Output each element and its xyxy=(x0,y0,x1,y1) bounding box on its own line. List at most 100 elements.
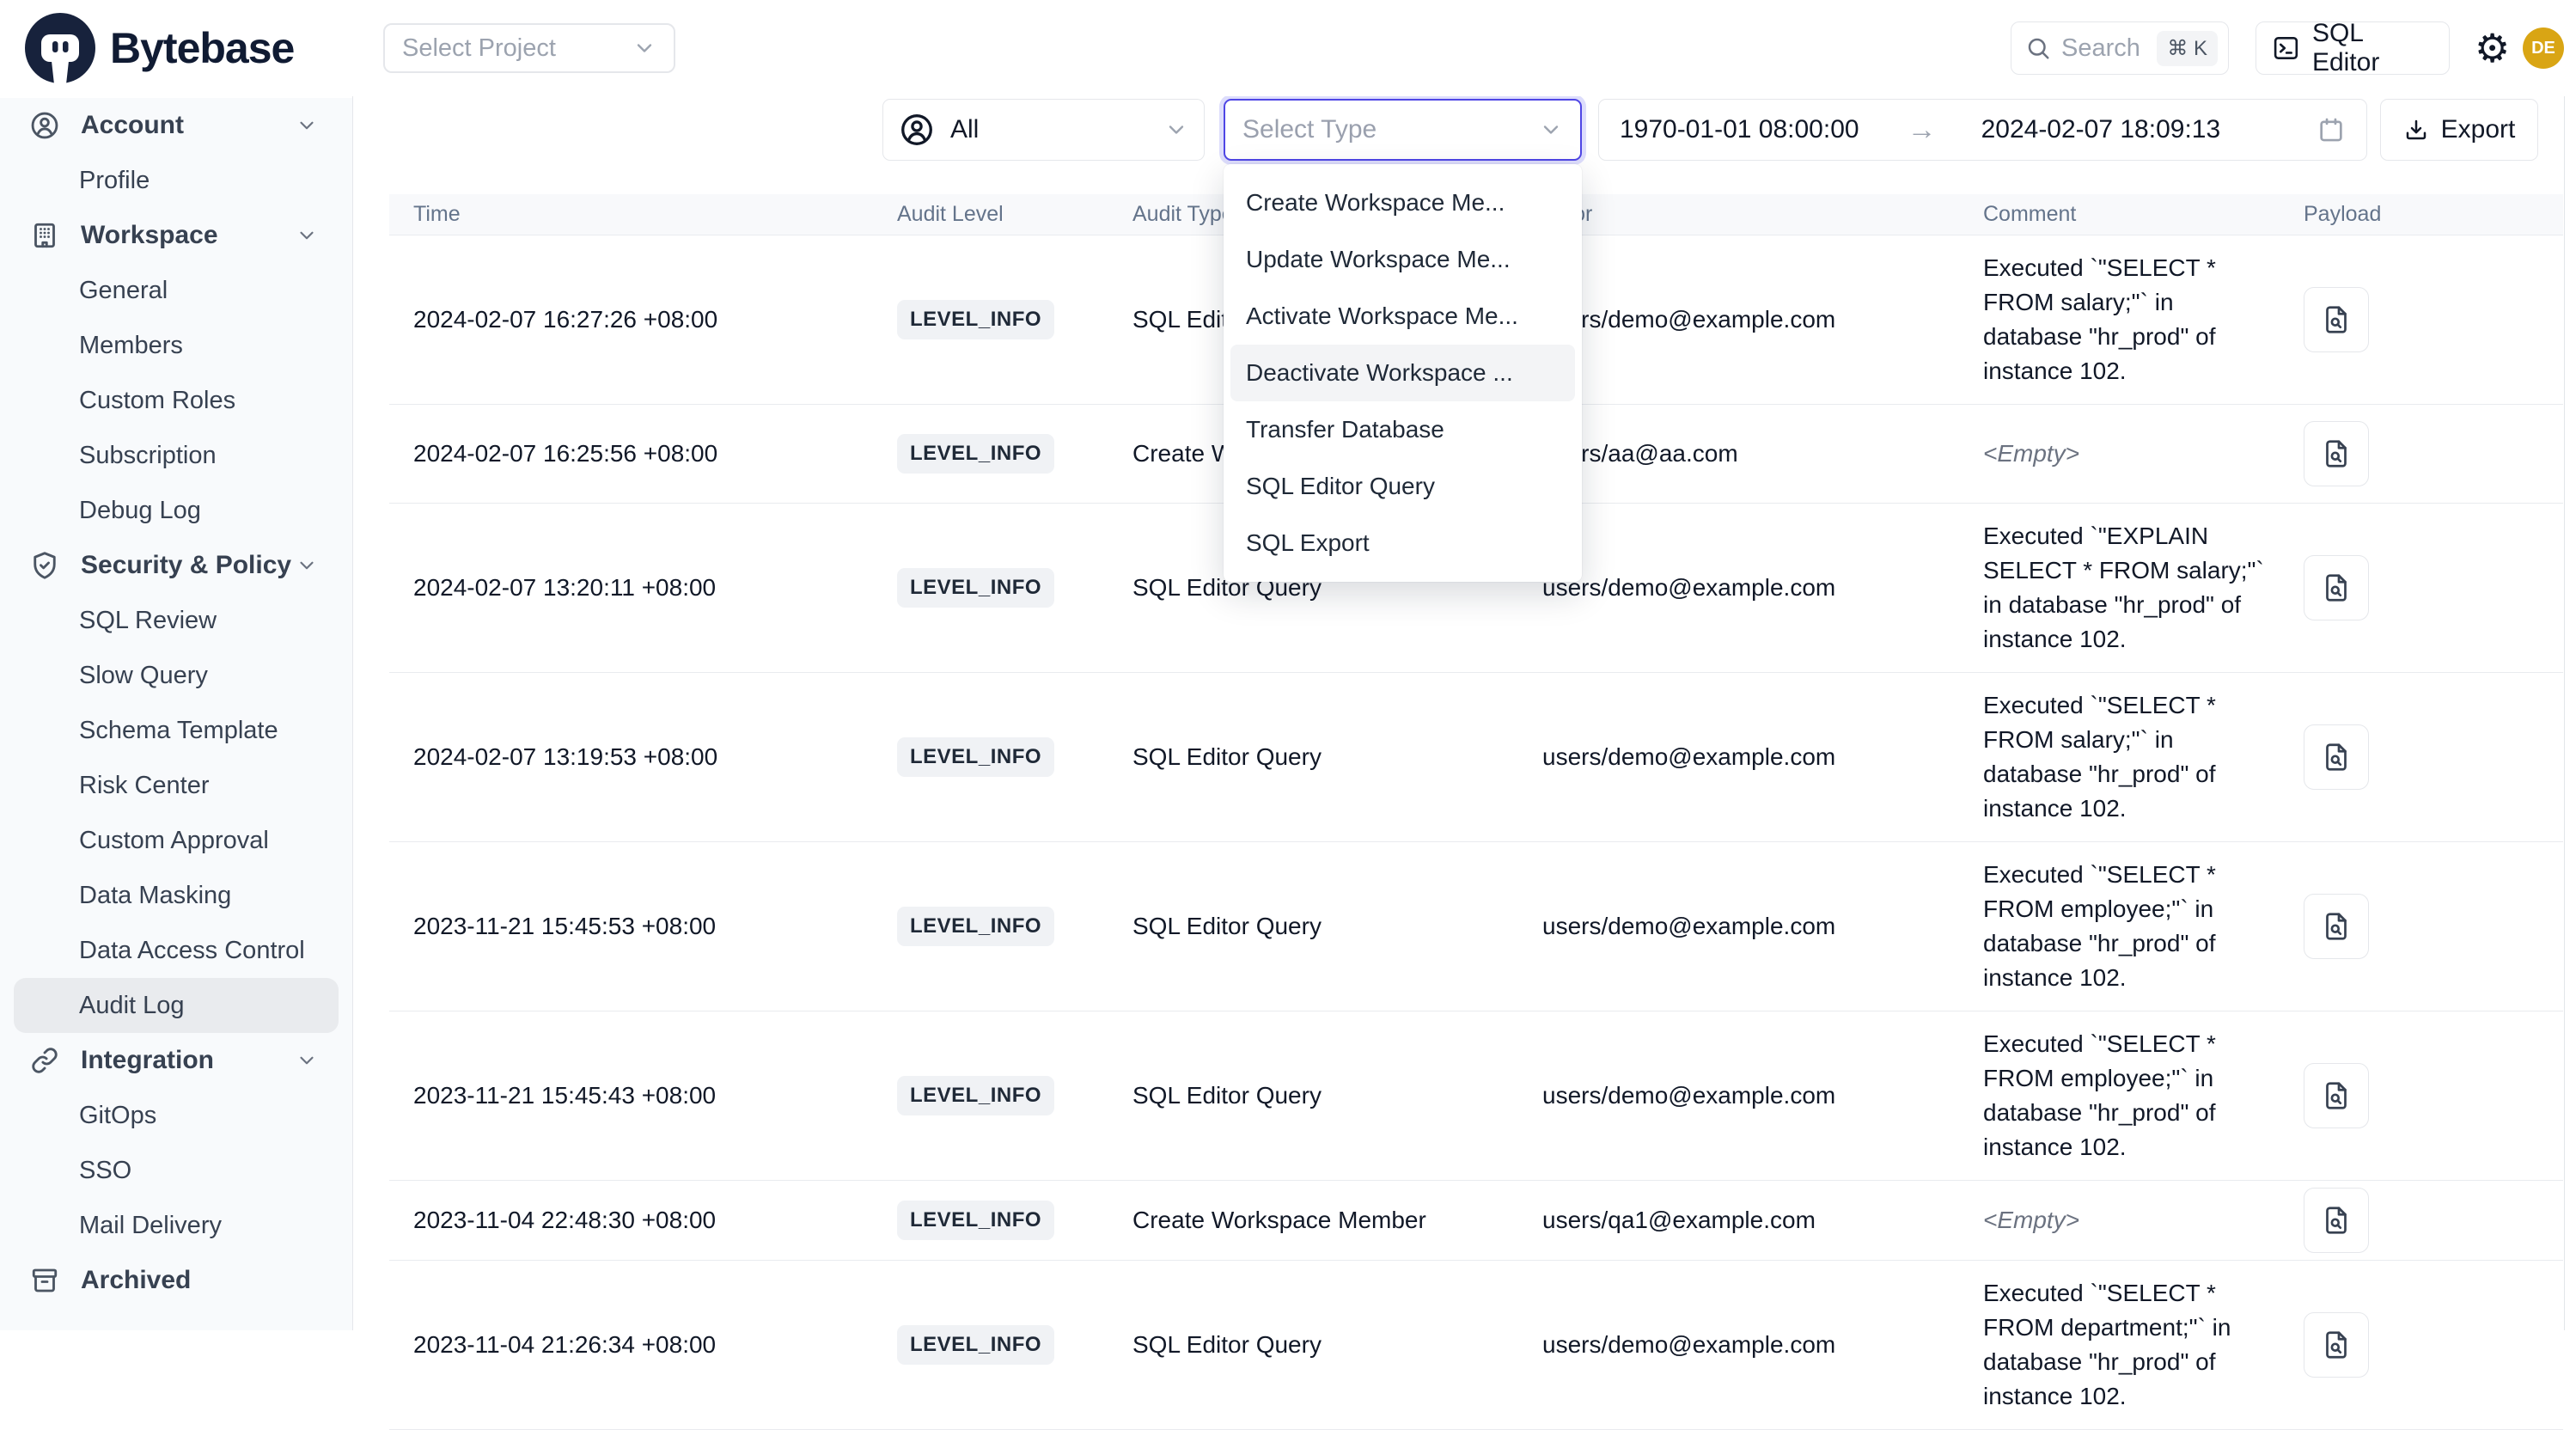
sidebar-item-label: Schema Template xyxy=(79,717,278,745)
cell-actor: users/demo@example.com xyxy=(1518,1331,1959,1359)
dropdown-option[interactable]: Update Workspace Me... xyxy=(1224,231,1582,288)
file-search-icon xyxy=(2321,1205,2352,1236)
file-search-icon xyxy=(2321,1080,2352,1111)
cell-comment: Executed `"EXPLAIN SELECT * FROM salary;… xyxy=(1983,519,2280,657)
table-row: 2023-11-04 21:26:34 +08:00 LEVEL_INFO SQ… xyxy=(389,1261,2563,1430)
scrollbar[interactable] xyxy=(2564,96,2565,1330)
project-select[interactable]: Select Project xyxy=(383,23,675,73)
sidebar-item-members[interactable]: Members xyxy=(14,318,339,373)
calendar-icon xyxy=(2317,115,2346,144)
chevron-down-icon xyxy=(296,554,318,577)
actor-filter-select[interactable]: All xyxy=(882,99,1205,161)
sidebar-item-label: Workspace xyxy=(81,221,218,250)
level-badge: LEVEL_INFO xyxy=(897,1076,1054,1115)
sidebar-item-security-policy[interactable]: Security & Policy xyxy=(14,538,339,593)
dropdown-option[interactable]: Deactivate Workspace ... xyxy=(1230,345,1575,401)
sidebar-item-data-access-control[interactable]: Data Access Control xyxy=(14,923,339,978)
sidebar-item-account[interactable]: Account xyxy=(14,98,339,153)
cell-actor: users/qa1@example.com xyxy=(1518,1207,1959,1234)
sidebar-item-label: Integration xyxy=(81,1046,214,1075)
sidebar-item-data-masking[interactable]: Data Masking xyxy=(14,868,339,923)
cell-audit-level: LEVEL_INFO xyxy=(873,1076,1108,1115)
dropdown-option[interactable]: SQL Editor Query xyxy=(1224,458,1582,515)
dropdown-option[interactable]: Transfer Database xyxy=(1224,401,1582,458)
sidebar-item-slow-query[interactable]: Slow Query xyxy=(14,648,339,703)
dropdown-option[interactable]: Activate Workspace Me... xyxy=(1224,288,1582,345)
sidebar-item-mail-delivery[interactable]: Mail Delivery xyxy=(14,1198,339,1253)
cell-time: 2023-11-21 15:45:53 +08:00 xyxy=(389,913,873,940)
sidebar-item-sql-review[interactable]: SQL Review xyxy=(14,593,339,648)
sql-editor-label: SQL Editor xyxy=(2312,19,2433,77)
dropdown-option[interactable]: Create Workspace Me... xyxy=(1224,174,1582,231)
sidebar-item-label: SQL Review xyxy=(79,607,217,635)
cell-audit-type: SQL Editor Query xyxy=(1108,1331,1518,1359)
cell-comment: Executed `"SELECT * FROM department;"` i… xyxy=(1983,1276,2280,1414)
sidebar-item-custom-roles[interactable]: Custom Roles xyxy=(14,373,339,428)
sidebar-item-profile[interactable]: Profile xyxy=(14,153,339,208)
cell-comment: Executed `"SELECT * FROM employee;"` in … xyxy=(1983,1027,2280,1164)
cell-audit-level: LEVEL_INFO xyxy=(873,1325,1108,1365)
cell-actor: users/demo@example.com xyxy=(1518,913,1959,940)
cell-audit-level: LEVEL_INFO xyxy=(873,434,1108,474)
avatar[interactable]: DE xyxy=(2523,28,2564,69)
payload-view-button[interactable] xyxy=(2304,421,2369,486)
dropdown-option[interactable]: SQL Export xyxy=(1224,515,1582,571)
payload-view-button[interactable] xyxy=(2304,724,2369,790)
sidebar-item-schema-template[interactable]: Schema Template xyxy=(14,703,339,758)
export-label: Export xyxy=(2441,115,2516,144)
sidebar-item-debug-log[interactable]: Debug Log xyxy=(14,483,339,538)
project-select-label: Select Project xyxy=(402,34,632,63)
gear-icon[interactable]: ⚙ xyxy=(2475,26,2510,70)
sidebar-item-gitops[interactable]: GitOps xyxy=(14,1088,339,1143)
chevron-down-icon xyxy=(296,224,318,247)
level-badge: LEVEL_INFO xyxy=(897,737,1054,777)
cell-audit-type: SQL Editor Query xyxy=(1108,1082,1518,1109)
cell-audit-level: LEVEL_INFO xyxy=(873,907,1108,946)
sidebar-item-archived[interactable]: Archived xyxy=(14,1253,339,1308)
sidebar-item-label: Debug Log xyxy=(79,497,201,525)
cell-time: 2023-11-21 15:45:43 +08:00 xyxy=(389,1082,873,1109)
cell-actor: users/demo@example.com xyxy=(1518,1082,1959,1109)
cell-time: 2024-02-07 13:19:53 +08:00 xyxy=(389,743,873,771)
cell-comment: Executed `"SELECT * FROM salary;"` in da… xyxy=(1983,251,2280,388)
search-icon xyxy=(2025,35,2051,61)
sidebar-item-label: Account xyxy=(81,111,184,140)
sidebar-item-label: Subscription xyxy=(79,442,217,470)
cell-actor: users/demo@example.com xyxy=(1518,743,1959,771)
sidebar-item-subscription[interactable]: Subscription xyxy=(14,428,339,483)
bytebase-logo-icon xyxy=(24,12,96,84)
column-header-payload: Payload xyxy=(2280,202,2563,227)
column-header-actor: Actor xyxy=(1518,202,1959,227)
chevron-down-icon xyxy=(296,1049,318,1072)
sidebar-item-custom-approval[interactable]: Custom Approval xyxy=(14,813,339,868)
file-search-icon xyxy=(2321,1329,2352,1360)
sidebar-item-sso[interactable]: SSO xyxy=(14,1143,339,1198)
date-range-picker[interactable]: 1970-01-01 08:00:00 → 2024-02-07 18:09:1… xyxy=(1598,99,2367,161)
sql-editor-button[interactable]: SQL Editor xyxy=(2256,21,2450,75)
sidebar-item-label: GitOps xyxy=(79,1102,156,1130)
sidebar-item-audit-log[interactable]: Audit Log xyxy=(14,978,339,1033)
payload-view-button[interactable] xyxy=(2304,555,2369,620)
sidebar-item-label: SSO xyxy=(79,1157,131,1185)
sidebar-item-integration[interactable]: Integration xyxy=(14,1033,339,1088)
top-bar: Bytebase Select Project Search ⌘ K SQL E… xyxy=(0,0,2576,96)
payload-view-button[interactable] xyxy=(2304,1188,2369,1253)
brand: Bytebase xyxy=(24,12,294,84)
type-filter-placeholder: Select Type xyxy=(1242,115,1539,144)
type-filter-select[interactable]: Select Type xyxy=(1224,99,1582,161)
payload-view-button[interactable] xyxy=(2304,287,2369,352)
payload-view-button[interactable] xyxy=(2304,894,2369,959)
sidebar-item-general[interactable]: General xyxy=(14,263,339,318)
brand-name: Bytebase xyxy=(110,23,294,73)
sidebar-item-label: Data Access Control xyxy=(79,937,305,965)
sidebar-item-risk-center[interactable]: Risk Center xyxy=(14,758,339,813)
search-input[interactable]: Search ⌘ K xyxy=(2011,21,2229,75)
cell-audit-type: SQL Editor Query xyxy=(1108,913,1518,940)
payload-view-button[interactable] xyxy=(2304,1312,2369,1378)
payload-view-button[interactable] xyxy=(2304,1063,2369,1128)
sidebar-item-label: General xyxy=(79,277,168,305)
date-to: 2024-02-07 18:09:13 xyxy=(1981,115,2221,144)
export-button[interactable]: Export xyxy=(2380,99,2538,161)
sidebar-item-workspace[interactable]: Workspace xyxy=(14,208,339,263)
cell-actor: users/demo@example.com xyxy=(1518,306,1959,333)
